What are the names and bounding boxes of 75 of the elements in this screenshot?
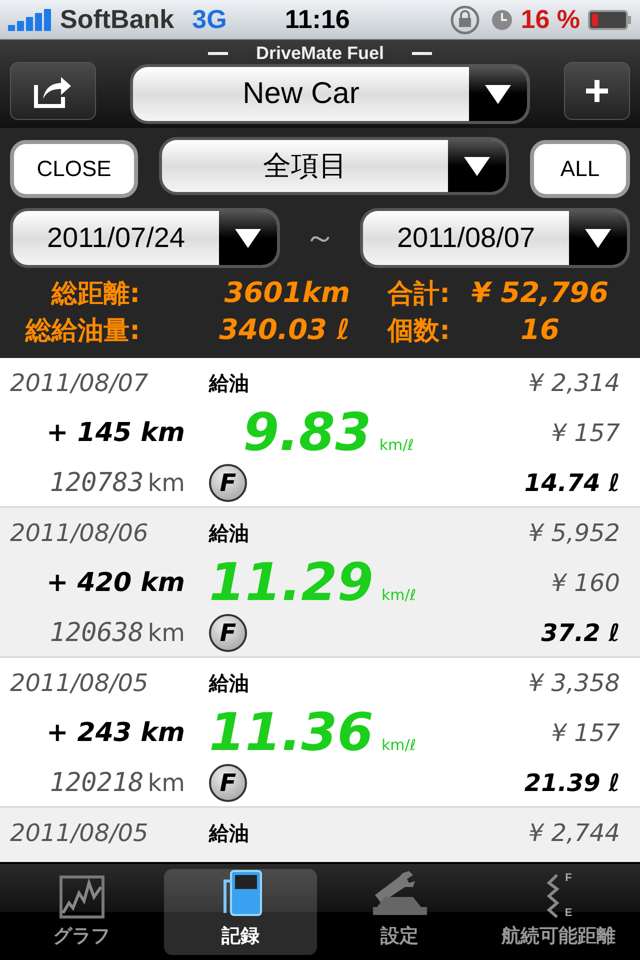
car-select[interactable]: New Car [130, 64, 530, 124]
record-date: 2011/08/07 [10, 369, 150, 397]
record-price: ¥ 5,952 [528, 519, 620, 547]
chart-icon [58, 875, 104, 919]
all-button[interactable]: ALL [530, 140, 630, 198]
odometer-reading: 120638 [50, 618, 144, 648]
tab-bar-item[interactable]: グラフ [5, 869, 158, 955]
odometer-unit: km [148, 469, 185, 497]
summary-label: 合計: [386, 278, 450, 311]
start-date-select[interactable]: 2011/07/24 [10, 208, 280, 268]
title-dash [412, 52, 432, 54]
summary-value: 16 [520, 313, 560, 348]
tab-bar-item[interactable]: 設定 [323, 869, 476, 955]
record-price: ¥ 3,358 [527, 669, 620, 697]
record-date: 2011/08/06 [10, 519, 150, 547]
odometer-reading: 120218 [50, 768, 144, 798]
range-separator: ～ [304, 217, 336, 258]
record-type: 給油 [209, 370, 250, 396]
category-select[interactable]: 全項目 [159, 137, 509, 195]
tab-bar-item[interactable]: 記録 [164, 869, 317, 955]
share-button[interactable] [10, 62, 96, 120]
caret-icon [462, 154, 492, 178]
record-date: 2011/08/05 [10, 819, 150, 847]
full-tank-badge: F [209, 764, 247, 802]
network-type: 3G [192, 4, 227, 35]
efficiency-unit: km/ℓ [381, 586, 416, 604]
summary-label: 総距離: [50, 278, 140, 311]
record-row[interactable]: 2011/08/05 給油 ¥ 2,744 [0, 808, 640, 862]
trip-distance: + 243 km [45, 718, 185, 748]
signal-icon [8, 8, 52, 30]
summary-value: 340.03 ℓ [218, 313, 350, 348]
battery-icon [588, 8, 632, 30]
fuel-amount: 21.39 ℓ [524, 769, 620, 797]
full-tank-badge: F [209, 464, 247, 502]
summary-label: 総給油量: [24, 315, 140, 348]
title-dash [208, 52, 228, 54]
trip-distance: + 145 km [45, 418, 185, 448]
fuel-amount: 37.2 ℓ [540, 619, 620, 647]
plus-icon [584, 78, 610, 104]
summary-value: 3601km [223, 276, 350, 311]
app-title: DriveMate Fuel [256, 42, 384, 64]
battery-percent: 16 % [520, 4, 580, 35]
fuel-efficiency: 11.29 [209, 553, 374, 613]
full-tank-badge: F [209, 614, 247, 652]
end-date-select[interactable]: 2011/08/07 [360, 208, 630, 268]
record-type: 給油 [209, 670, 250, 696]
odometer-reading: 120783 [50, 468, 144, 498]
clock-time: 11:16 [284, 4, 351, 35]
fuel-efficiency: 11.36 [209, 703, 374, 763]
caret-icon [233, 226, 263, 250]
record-price: ¥ 2,744 [528, 819, 620, 847]
efficiency-unit: km/ℓ [381, 736, 416, 754]
efficiency-unit: km/ℓ [379, 436, 414, 454]
trip-distance: + 420 km [45, 568, 185, 598]
tab-bar-item[interactable]: F E 航続可能距離 [482, 869, 635, 955]
record-date: 2011/08/05 [10, 669, 150, 697]
carrier-name: SoftBank [60, 4, 174, 35]
unit-price: ¥ 157 [550, 419, 620, 447]
record-row[interactable]: 2011/08/06 給油 ¥ 5,952 + 420 km 11.29 km/ℓ ¥ 160 120638 km F 37.2 ℓ [0, 508, 640, 658]
caret-icon [483, 82, 513, 106]
odometer-unit: km [148, 619, 185, 647]
odometer-unit: km [148, 769, 185, 797]
record-type: 給油 [209, 520, 250, 546]
close-button[interactable]: CLOSE [10, 140, 138, 198]
record-type: 給油 [209, 820, 250, 846]
add-button[interactable] [564, 62, 630, 120]
unit-price: ¥ 160 [550, 569, 620, 597]
caret-icon [583, 226, 613, 250]
fuel-amount: 14.74 ℓ [524, 469, 620, 497]
record-price: ¥ 2,314 [527, 369, 620, 397]
fuel-efficiency: 9.83 [243, 403, 372, 463]
summary-label: 個数: [386, 315, 450, 348]
alarm-clock-icon [490, 8, 513, 30]
summary-value: ¥ 52,796 [470, 276, 610, 311]
unit-price: ¥ 157 [550, 719, 620, 747]
